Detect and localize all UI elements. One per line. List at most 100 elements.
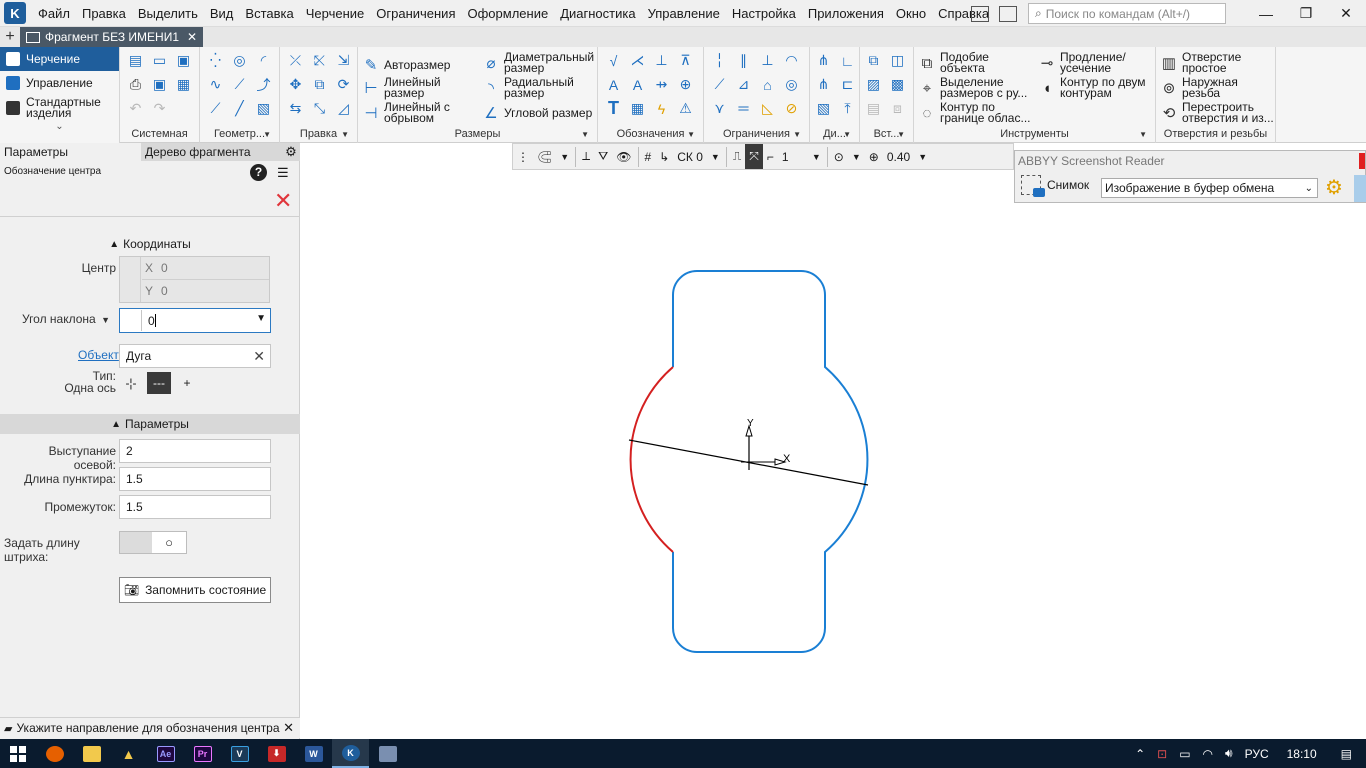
measure-area-icon[interactable]: ⊏ — [838, 75, 857, 94]
menu-manage[interactable]: Управление — [642, 0, 726, 27]
extend-trim-button[interactable]: ⊸ Продление/усечение — [1038, 51, 1126, 74]
zoom-frame-icon[interactable]: ⊙ — [830, 144, 848, 169]
view-arrow-icon[interactable]: ⇸ — [652, 75, 671, 94]
zoom-dropdown-icon[interactable]: ▼ — [914, 144, 931, 169]
menu-format[interactable]: Оформление — [462, 0, 555, 27]
zoom-frame-dropdown-icon[interactable]: ▼ — [848, 144, 865, 169]
toolbar-grip-icon[interactable]: ⋮ — [513, 144, 533, 169]
rebuild-holes-button[interactable]: ⟲ Перестроить отверстия и из... — [1160, 101, 1274, 124]
open-folder-icon[interactable]: ▭ — [150, 51, 169, 70]
close-window-button[interactable]: ✕ — [1326, 5, 1366, 22]
angle-constraint-icon[interactable]: ◺ — [758, 99, 777, 118]
similar-object-button[interactable]: ⧉ Подобие объекта — [918, 51, 989, 74]
section-coordinates-header[interactable]: ▲ Координаты — [0, 234, 300, 254]
equal-constraint-icon[interactable]: ＝ — [734, 99, 753, 118]
restore-button[interactable]: ❐ — [1286, 5, 1326, 22]
insert-fragment-icon[interactable]: ⧉ — [864, 51, 883, 70]
menu-window[interactable]: Окно — [890, 0, 932, 27]
layer-icon[interactable]: ⌐ — [763, 144, 778, 169]
menu-apps[interactable]: Приложения — [802, 0, 890, 27]
section-parameters-header[interactable]: ▲ Параметры — [0, 414, 300, 434]
insert-object-icon[interactable]: ▩ — [888, 75, 907, 94]
simple-hole-button[interactable]: ▥ Отверстие простое — [1160, 51, 1241, 74]
angle-dropdown-button[interactable]: ▼ — [256, 313, 266, 324]
circle-icon[interactable]: ◎ — [230, 51, 249, 70]
clear-object-icon[interactable]: ✕ — [253, 348, 265, 365]
menu-edit[interactable]: Правка — [76, 0, 132, 27]
arc-icon[interactable]: ◜ — [254, 51, 273, 70]
table-icon[interactable]: ▦ — [628, 99, 647, 118]
snap-dropdown-icon[interactable]: ▼ — [556, 144, 573, 169]
save-state-button[interactable]: 📷︎ Запомнить состояние — [119, 577, 271, 603]
chevron-up-icon[interactable]: ⌃ — [1135, 747, 1145, 761]
save-as-icon[interactable]: ▣ — [150, 75, 169, 94]
cancel-command-icon[interactable]: ✕ — [274, 190, 292, 212]
tangent-constraint-icon[interactable]: ◠ — [782, 51, 801, 70]
save-icon[interactable]: ▣ — [174, 51, 193, 70]
taskbar-premiere[interactable]: Pr — [184, 739, 221, 768]
taskbar-kompas[interactable]: K — [332, 739, 369, 768]
panel-settings-gear-icon[interactable]: ⚙ — [282, 143, 300, 161]
wifi-icon[interactable]: ◠ — [1203, 747, 1213, 761]
ribbon-modes-expand-icon[interactable]: ⌄ — [0, 121, 119, 132]
angle-input[interactable]: 0 ▼ — [119, 308, 271, 333]
taskbar-explorer[interactable] — [73, 739, 110, 768]
concentric-constraint-icon[interactable]: ◎ — [782, 75, 801, 94]
collinear-constraint-icon[interactable]: ⟋ — [710, 75, 729, 94]
insert-view-icon[interactable]: ◫ — [888, 51, 907, 70]
dash-length-input[interactable]: 1.5 — [119, 467, 271, 491]
insert-macro-icon[interactable]: ▤ — [864, 99, 883, 118]
radial-dimension-button[interactable]: ◝ Радиальный размер — [482, 76, 574, 99]
segment-icon[interactable]: ╱ — [230, 99, 249, 118]
drawing-canvas[interactable]: Y X — [301, 170, 1366, 739]
symmetry-constraint-icon[interactable]: ⋎ — [710, 99, 729, 118]
measure-distance-icon[interactable]: ⋔ — [814, 51, 833, 70]
menu-view[interactable]: Вид — [204, 0, 240, 27]
parallel-constraint-icon[interactable]: ∥ — [734, 51, 753, 70]
volume-icon[interactable]: 🔊︎ — [1225, 746, 1233, 761]
linear-break-dimension-button[interactable]: ⊣ Линейный с обрывом — [362, 101, 449, 124]
base-icon[interactable]: ⊥ — [652, 51, 671, 70]
app-logo-icon[interactable]: K — [4, 2, 26, 24]
trim-icon[interactable]: ⤫ — [286, 51, 305, 70]
gap-input[interactable]: 1.5 — [119, 495, 271, 519]
diameter-dimension-button[interactable]: ⌀ Диаметральный размер — [482, 51, 594, 74]
print-icon[interactable]: ⎙ — [126, 75, 145, 94]
panels-icon[interactable] — [999, 5, 1017, 22]
angle-label-wrap[interactable]: Угол наклона ▼ — [10, 312, 110, 326]
copy-icon[interactable]: ⧉ — [310, 75, 329, 94]
tab-fragment-tree[interactable]: Дерево фрагмента — [141, 143, 282, 161]
menu-file[interactable]: Файл — [32, 0, 76, 27]
measure-angle-icon[interactable]: ∟ — [838, 51, 857, 70]
axis-protrusion-input[interactable]: 2 — [119, 439, 271, 463]
taskbar-visio[interactable]: V — [221, 739, 258, 768]
point-icon[interactable]: ⁛ — [206, 51, 225, 70]
taskbar-word[interactable]: W — [295, 739, 332, 768]
angle-picker[interactable] — [120, 310, 142, 331]
angle-dimension-button[interactable]: ∠ Угловой размер — [482, 104, 592, 122]
taskbar-screenshot-reader[interactable] — [369, 739, 406, 768]
menu-select[interactable]: Выделить — [132, 0, 204, 27]
external-thread-button[interactable]: ⊚ Наружная резьба — [1160, 76, 1238, 99]
mode-standard-parts[interactable]: Стандартные изделия — [0, 95, 119, 121]
rotate-icon[interactable]: ⟳ — [334, 75, 353, 94]
center-mark-icon[interactable]: ϟ — [652, 99, 671, 118]
tolerance-icon[interactable]: A — [628, 75, 647, 94]
mass-props-icon[interactable]: ▧ — [814, 99, 833, 118]
menu-settings[interactable]: Настройка — [726, 0, 802, 27]
fillet-icon[interactable]: ◿ — [334, 99, 353, 118]
document-tab[interactable]: Фрагмент БЕЗ ИМЕНИ1 ✕ — [20, 27, 204, 47]
menu-diagnostics[interactable]: Диагностика — [554, 0, 641, 27]
extend-icon[interactable]: ⤪ — [310, 51, 329, 70]
scale-icon[interactable]: ⤡ — [310, 99, 329, 118]
move-icon[interactable]: ✥ — [286, 75, 305, 94]
minimize-button[interactable]: — — [1246, 6, 1286, 22]
layer-value[interactable]: 1 — [778, 144, 808, 169]
center-x-field[interactable]: X 0 — [142, 257, 269, 279]
parametric-mode-icon[interactable]: ⤧ — [745, 144, 763, 169]
zoom-icon[interactable]: ⊕ — [865, 144, 883, 169]
ortho-icon[interactable]: ⟂ — [578, 144, 594, 169]
close-hint-icon[interactable]: ✕ — [283, 720, 294, 736]
export-icon[interactable]: ▦ — [174, 75, 193, 94]
hatch-icon[interactable]: ▧ — [254, 99, 273, 118]
